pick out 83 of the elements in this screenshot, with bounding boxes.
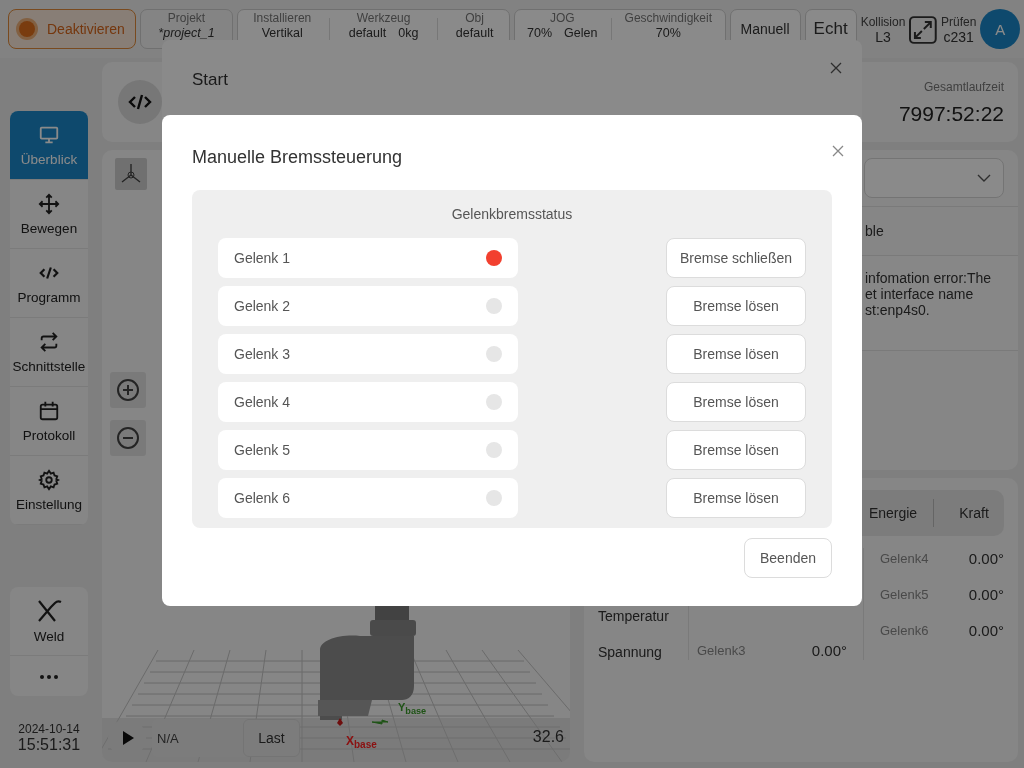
tab[interactable]: Energie bbox=[863, 505, 923, 521]
status-text: ble bbox=[865, 223, 884, 239]
error-text: st:enp4s0. bbox=[865, 302, 931, 318]
brake-button[interactable]: Bremse lösen bbox=[666, 334, 806, 374]
swap-arrows-icon bbox=[38, 330, 60, 353]
error-text: infomation error:The bbox=[865, 270, 993, 286]
zoom-out-icon[interactable] bbox=[110, 420, 146, 456]
joint-name: Gelenk 6 bbox=[234, 490, 291, 506]
nav-item[interactable]: Einstellung bbox=[10, 456, 88, 525]
calendar-icon bbox=[38, 399, 60, 422]
joint-name: Gelenk6 bbox=[880, 622, 929, 638]
close-icon[interactable] bbox=[830, 62, 842, 74]
joint-name: Gelenk4 bbox=[880, 550, 929, 566]
close-icon[interactable] bbox=[832, 144, 844, 157]
finish-button[interactable]: Beenden bbox=[744, 538, 832, 578]
error-text: et interface name bbox=[865, 286, 975, 302]
row-label: Spannung bbox=[598, 644, 663, 660]
joint-name: Gelenk 1 bbox=[234, 250, 291, 266]
field-value: Gelen bbox=[564, 25, 598, 41]
collision-value: L3 bbox=[875, 29, 891, 47]
joint-name: Gelenk 3 bbox=[234, 346, 291, 362]
brake-button[interactable]: Bremse lösen bbox=[666, 430, 806, 470]
axis-label: X$_{base}$ bbox=[346, 734, 377, 751]
nav-item[interactable]: Bewegen bbox=[10, 180, 88, 249]
time-text: 15:51:31 bbox=[17, 736, 81, 754]
fps-reading: 32.6 bbox=[532, 728, 564, 746]
field-value: *project_1 bbox=[158, 25, 215, 41]
section-title: Gelenkbremsstatus bbox=[450, 206, 574, 222]
joint-value: 0.00° bbox=[968, 549, 1004, 567]
field-value: default bbox=[348, 25, 387, 41]
check-value: c231 bbox=[943, 29, 974, 47]
weld-tool-item[interactable]: Weld bbox=[10, 587, 88, 656]
zoom-in-icon[interactable] bbox=[110, 372, 146, 408]
welding-torch-icon bbox=[35, 598, 63, 623]
check-label: Prüfen bbox=[941, 15, 977, 30]
joint-value: 0.00° bbox=[968, 585, 1004, 603]
brake-button[interactable]: Bremse lösen bbox=[666, 478, 806, 518]
field-label: Projekt bbox=[167, 12, 206, 26]
brake-button[interactable]: Bremse schließen bbox=[666, 238, 806, 278]
program-field[interactable]: N/A Last bbox=[152, 719, 300, 757]
joint-name: Gelenk 4 bbox=[234, 394, 291, 410]
field-value: Vertikal bbox=[261, 25, 303, 41]
field-label: Obj bbox=[465, 12, 484, 26]
joint-name: Gelenk3 bbox=[697, 642, 746, 658]
collision-label: Kollision bbox=[860, 15, 906, 30]
axis-label: Y$_{base}$ bbox=[398, 701, 427, 717]
power-dot-icon bbox=[15, 17, 39, 41]
field-label: Installieren bbox=[253, 12, 312, 26]
code-icon[interactable] bbox=[118, 80, 162, 124]
chevron-down-icon bbox=[977, 174, 991, 182]
dialog-title: Start bbox=[192, 70, 228, 90]
more-icon[interactable] bbox=[39, 674, 59, 680]
brake-button[interactable]: Bremse lösen bbox=[666, 382, 806, 422]
nav-item[interactable]: Überblick bbox=[10, 111, 88, 180]
field-value: 0kg bbox=[398, 25, 419, 41]
dropdown-field[interactable] bbox=[864, 158, 1004, 198]
row-label: Temperatur bbox=[598, 608, 670, 624]
brake-button[interactable]: Bremse lösen bbox=[666, 286, 806, 326]
tab[interactable]: Kraft bbox=[944, 505, 1004, 521]
field-value: default bbox=[455, 25, 494, 41]
runtime-label: Gesamtlaufzeit bbox=[923, 80, 1004, 94]
expand-icon[interactable] bbox=[909, 16, 938, 44]
last-button[interactable]: Last bbox=[243, 719, 300, 757]
nav-item[interactable]: Programm bbox=[10, 249, 88, 318]
field-value: 70% bbox=[655, 25, 681, 41]
joint-name: Gelenk 2 bbox=[234, 298, 291, 314]
joint-name: Gelenk5 bbox=[880, 586, 929, 602]
field-label: Geschwindigkeit bbox=[624, 12, 712, 26]
nav-item[interactable]: Schnittstelle bbox=[10, 318, 88, 387]
field-label: Werkzeug bbox=[356, 12, 411, 26]
dialog-title: Manuelle Bremssteuerung bbox=[192, 147, 403, 168]
date-text: 2024-10-14 bbox=[18, 722, 80, 736]
nav-item[interactable]: Protokoll bbox=[10, 387, 88, 456]
move-arrows-icon bbox=[38, 192, 60, 215]
field-value: 70% bbox=[527, 25, 553, 41]
settings-icon bbox=[38, 468, 60, 491]
joint-name: Gelenk 5 bbox=[234, 442, 291, 458]
user-avatar[interactable]: A bbox=[980, 9, 1020, 49]
field-label: JOG bbox=[549, 12, 575, 26]
runtime-value: 7997:52:22 bbox=[898, 102, 1004, 126]
joint-value: 0.00° bbox=[968, 621, 1004, 639]
joint-value: 0.00° bbox=[811, 641, 847, 659]
axes-view-icon[interactable] bbox=[115, 158, 147, 190]
